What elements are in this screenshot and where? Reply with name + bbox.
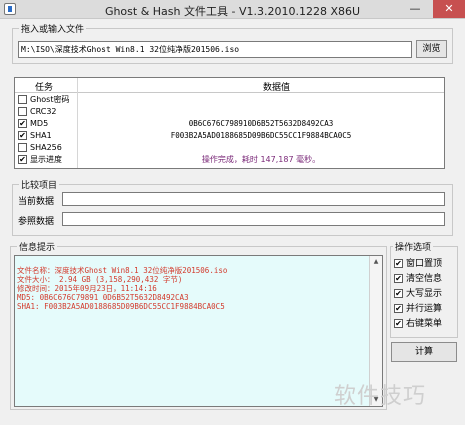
reference-data-field[interactable]	[62, 212, 445, 226]
crc32-checkbox[interactable]	[18, 107, 27, 116]
show-progress-checkbox[interactable]: ✔	[18, 155, 27, 164]
task-label: CRC32	[30, 107, 57, 116]
task-label: SHA256	[30, 143, 62, 152]
option-clear-info[interactable]: ✔ 清空信息	[394, 273, 458, 285]
task-label: MD5	[30, 119, 49, 128]
option-parallel[interactable]: ✔ 并行运算	[394, 303, 458, 315]
browse-button[interactable]: 浏览	[416, 40, 447, 58]
task-label: 显示进度	[30, 155, 62, 164]
parallel-checkbox[interactable]: ✔	[394, 304, 403, 313]
task-table: 任务 数据值 Ghost密码 CRC32 ✔ MD5 0B6C676C79891…	[14, 77, 445, 169]
current-data-label: 当前数据	[18, 197, 55, 207]
ghost-password-checkbox[interactable]	[18, 95, 27, 104]
context-menu-checkbox[interactable]: ✔	[394, 319, 403, 328]
options-group-label: 操作选项	[393, 240, 434, 253]
sha1-checkbox[interactable]: ✔	[18, 131, 27, 140]
info-line-sha1: SHA1: F003B2A5AD0188685D09B6DC55CC1F9884…	[17, 302, 225, 311]
table-row-crc32[interactable]: CRC32	[15, 106, 444, 118]
input-group-label: 拖入或输入文件	[19, 22, 87, 35]
info-line-filesize: 文件大小： 2.94 GB (3,158,290,432 字节)	[17, 275, 183, 284]
table-row-show-progress[interactable]: ✔ 显示进度 操作完成，耗时 147,187 毫秒。	[15, 154, 444, 166]
reference-data-label: 参照数据	[18, 217, 55, 227]
compare-group-label: 比较项目	[19, 178, 60, 191]
minimize-button[interactable]: —	[404, 0, 426, 18]
option-label: 大写显示	[406, 289, 443, 299]
info-textarea[interactable]: 文件名称：深度技术Ghost Win8.1 32位纯净版201506.iso 文…	[14, 255, 383, 407]
option-label: 窗口置顶	[406, 259, 443, 269]
close-button[interactable]: ✕	[433, 0, 465, 18]
scroll-up-icon[interactable]: ▲	[370, 256, 382, 268]
option-label: 并行运算	[406, 304, 443, 314]
task-column-header: 任务	[35, 83, 54, 93]
title-bar: Ghost & Hash 文件工具 - V1.3.2010.1228 X86U …	[0, 0, 465, 19]
app-window: Ghost & Hash 文件工具 - V1.3.2010.1228 X86U …	[0, 0, 465, 425]
md5-checkbox[interactable]: ✔	[18, 119, 27, 128]
info-line-md5: MD5: 0B6C676C79891 0D6B52T5632D8492CA3	[17, 293, 189, 302]
table-row-md5[interactable]: ✔ MD5 0B6C676C798910D6B52T5632D8492CA3	[15, 118, 444, 130]
option-always-on-top[interactable]: ✔ 窗口置顶	[394, 258, 458, 270]
task-label: Ghost密码	[30, 95, 70, 104]
option-uppercase[interactable]: ✔ 大写显示	[394, 288, 458, 300]
option-label: 右键菜单	[406, 319, 443, 329]
table-header: 任务 数据值	[15, 78, 444, 93]
file-path-input[interactable]: M:\ISO\深度技术Ghost Win8.1 32位纯净版201506.iso	[18, 41, 412, 58]
watermark-text: 软件技巧	[334, 384, 427, 409]
uppercase-checkbox[interactable]: ✔	[394, 289, 403, 298]
sha1-value: F003B2A5AD0188685D09B6DC55CC1F9884BCA0C5	[170, 131, 352, 140]
compute-button[interactable]: 计算	[391, 342, 457, 362]
task-label: SHA1	[30, 131, 52, 140]
md5-value: 0B6C676C798910D6B52T5632D8492CA3	[188, 119, 334, 128]
current-data-field[interactable]	[62, 192, 445, 206]
always-on-top-checkbox[interactable]: ✔	[394, 259, 403, 268]
option-label: 清空信息	[406, 274, 443, 284]
value-column-header: 数据值	[263, 83, 291, 93]
table-row-sha256[interactable]: SHA256	[15, 142, 444, 154]
progress-status: 操作完成，耗时 147,187 毫秒。	[201, 155, 321, 164]
info-line-filename: 文件名称：深度技术Ghost Win8.1 32位纯净版201506.iso	[17, 266, 228, 275]
option-context-menu[interactable]: ✔ 右键菜单	[394, 318, 458, 330]
info-group-label: 信息提示	[17, 240, 58, 253]
table-row-ghost-password[interactable]: Ghost密码	[15, 94, 444, 106]
clear-info-checkbox[interactable]: ✔	[394, 274, 403, 283]
table-row-sha1[interactable]: ✔ SHA1 F003B2A5AD0188685D09B6DC55CC1F988…	[15, 130, 444, 142]
info-line-modified: 修改时间：2015年09月23日，11:14:16	[17, 284, 157, 293]
sha256-checkbox[interactable]	[18, 143, 27, 152]
window-title: Ghost & Hash 文件工具 - V1.3.2010.1228 X86U	[104, 5, 361, 18]
